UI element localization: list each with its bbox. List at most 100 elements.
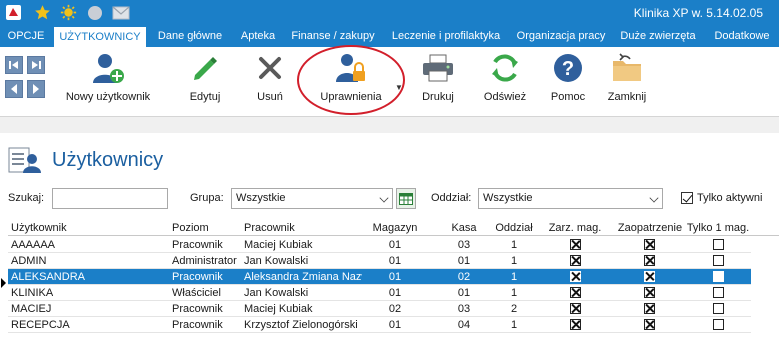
table-row[interactable]: KLINIKA Właściciel Jan Kowalski 01 01 1	[8, 285, 751, 301]
single-warehouse-checkbox[interactable]	[713, 303, 724, 314]
app-title: Klinika XP w. 5.14.02.05	[633, 6, 763, 20]
group-select[interactable]: Wszystkie	[231, 188, 393, 209]
warehouse-mgmt-checkbox[interactable]	[570, 271, 581, 282]
new-user-button[interactable]: Nowy użytkownik	[60, 51, 156, 113]
cell-user: RECEPCJA	[11, 319, 70, 331]
table-row[interactable]: MACIEJ Pracownik Maciej Kubiak 02 03 2	[8, 301, 751, 317]
column-header-user[interactable]: Użytkownik	[11, 222, 67, 234]
circle-icon[interactable]	[85, 3, 104, 22]
print-button[interactable]: Drukuj	[416, 51, 460, 113]
column-header-single-warehouse[interactable]: Tylko 1 mag.	[685, 222, 751, 234]
tab-opcje[interactable]: OPCJE	[0, 25, 52, 47]
delete-button[interactable]: Usuń	[250, 51, 290, 113]
single-warehouse-checkbox[interactable]	[713, 255, 724, 266]
column-header-level[interactable]: Poziom	[172, 222, 209, 234]
column-header-warehouse-mgmt[interactable]: Zarz. mag.	[544, 222, 606, 234]
title-bar: Klinika XP w. 5.14.02.05	[0, 0, 779, 25]
column-header-employee[interactable]: Pracownik	[244, 222, 295, 234]
tab-organizacja-pracy[interactable]: Organizacja pracy	[511, 25, 611, 47]
supply-checkbox[interactable]	[644, 303, 655, 314]
close-icon	[252, 51, 288, 85]
active-only-checkbox[interactable]	[681, 192, 693, 204]
cell-employee: Maciej Kubiak	[244, 303, 313, 315]
tab-uzytkownicy[interactable]: UŻYTKOWNICY	[54, 27, 146, 47]
cell-branch: 1	[510, 239, 518, 251]
cell-cash: 01	[457, 255, 471, 267]
table-view-icon[interactable]	[396, 188, 416, 209]
refresh-button[interactable]: Odśwież	[480, 51, 530, 113]
table-row[interactable]: RECEPCJA Pracownik Krzysztof Zielonogórski…	[8, 317, 751, 333]
column-header-branch[interactable]: Oddział	[492, 222, 536, 234]
table-row[interactable]: ADMIN Administrator Jan Kowalski 01 01 1	[8, 253, 751, 269]
refresh-icon	[487, 51, 523, 85]
sun-icon[interactable]	[59, 3, 78, 22]
table-row[interactable]: ALEKSANDRA Pracownik Aleksandra Zmiana Naz…	[8, 269, 751, 285]
warehouse-mgmt-checkbox[interactable]	[570, 239, 581, 250]
warehouse-mgmt-checkbox[interactable]	[570, 255, 581, 266]
warehouse-mgmt-checkbox[interactable]	[570, 319, 581, 330]
delete-label: Usuń	[257, 91, 283, 103]
cell-level: Pracownik	[172, 271, 223, 283]
warehouse-mgmt-checkbox[interactable]	[570, 287, 581, 298]
edit-button[interactable]: Edytuj	[183, 51, 227, 113]
warehouse-mgmt-checkbox[interactable]	[570, 303, 581, 314]
mail-icon[interactable]	[111, 3, 130, 22]
supply-checkbox[interactable]	[644, 255, 655, 266]
last-record-button[interactable]	[27, 56, 45, 74]
tab-leczenie[interactable]: Leczenie i profilaktyka	[386, 25, 506, 47]
next-record-button[interactable]	[27, 80, 45, 98]
search-input[interactable]	[52, 188, 168, 209]
tab-finanse-zakupy[interactable]: Finanse / zakupy	[286, 25, 380, 47]
users-table: Użytkownik Poziom Pracownik Magazyn Kasa…	[0, 218, 779, 346]
single-warehouse-checkbox[interactable]	[713, 271, 724, 282]
supply-checkbox[interactable]	[644, 287, 655, 298]
cell-user: ALEKSANDRA	[11, 271, 85, 283]
single-warehouse-checkbox[interactable]	[713, 319, 724, 330]
tab-apteka[interactable]: Apteka	[234, 25, 282, 47]
column-header-warehouse[interactable]: Magazyn	[364, 222, 426, 234]
cell-branch: 1	[510, 287, 518, 299]
column-header-cash[interactable]: Kasa	[438, 222, 490, 234]
permissions-highlight-annotation	[297, 45, 405, 115]
supply-checkbox[interactable]	[644, 271, 655, 282]
branch-select[interactable]: Wszystkie	[478, 188, 663, 209]
single-warehouse-checkbox[interactable]	[713, 239, 724, 250]
tab-duze-zwierzeta[interactable]: Duże zwierzęta	[616, 25, 700, 47]
cell-cash: 03	[457, 239, 471, 251]
app-logo-icon[interactable]	[4, 3, 23, 22]
current-row-indicator-icon	[1, 278, 6, 288]
chevron-down-icon	[379, 193, 389, 203]
users-list-icon	[8, 145, 41, 173]
table-row[interactable]: AAAAAA Pracownik Maciej Kubiak 01 03 1	[8, 237, 751, 253]
close-label: Zamknij	[607, 91, 647, 103]
tab-dodatkowe[interactable]: Dodatkowe	[705, 25, 779, 47]
cell-level: Pracownik	[172, 319, 223, 331]
star-icon[interactable]	[33, 3, 52, 22]
search-label: Szukaj:	[8, 192, 45, 204]
close-button[interactable]: Zamknij	[602, 51, 652, 113]
supply-checkbox[interactable]	[644, 239, 655, 250]
single-warehouse-checkbox[interactable]	[713, 287, 724, 298]
svg-text:?: ?	[562, 58, 574, 80]
cell-cash: 03	[457, 303, 471, 315]
cell-employee: Krzysztof Zielonogórski	[244, 319, 358, 331]
refresh-label: Odśwież	[483, 91, 527, 103]
cell-employee: Maciej Kubiak	[244, 239, 313, 251]
cell-branch: 1	[510, 271, 518, 283]
filter-bar: Szukaj: Grupa: Wszystkie Oddział: Wszyst…	[0, 183, 779, 215]
first-record-button[interactable]	[5, 56, 23, 74]
tab-dane-glowne[interactable]: Dane główne	[151, 25, 229, 47]
ribbon-tabs: OPCJE UŻYTKOWNICY Dane główne Apteka Fin…	[0, 25, 779, 47]
help-button[interactable]: ? Pomoc	[547, 51, 589, 113]
supply-checkbox[interactable]	[644, 319, 655, 330]
prev-record-button[interactable]	[5, 80, 23, 98]
cell-user: MACIEJ	[11, 303, 52, 315]
column-header-supply[interactable]: Zaopatrzenie	[614, 222, 686, 234]
cell-warehouse: 01	[388, 319, 402, 331]
cell-user: ADMIN	[11, 255, 47, 267]
cell-user: KLINIKA	[11, 287, 54, 299]
cell-level: Pracownik	[172, 239, 223, 251]
ribbon-toolbar: Nowy użytkownik Edytuj Usuń Uprawnienia …	[0, 45, 779, 117]
new-user-label: Nowy użytkownik	[65, 91, 151, 103]
cell-level: Pracownik	[172, 303, 223, 315]
